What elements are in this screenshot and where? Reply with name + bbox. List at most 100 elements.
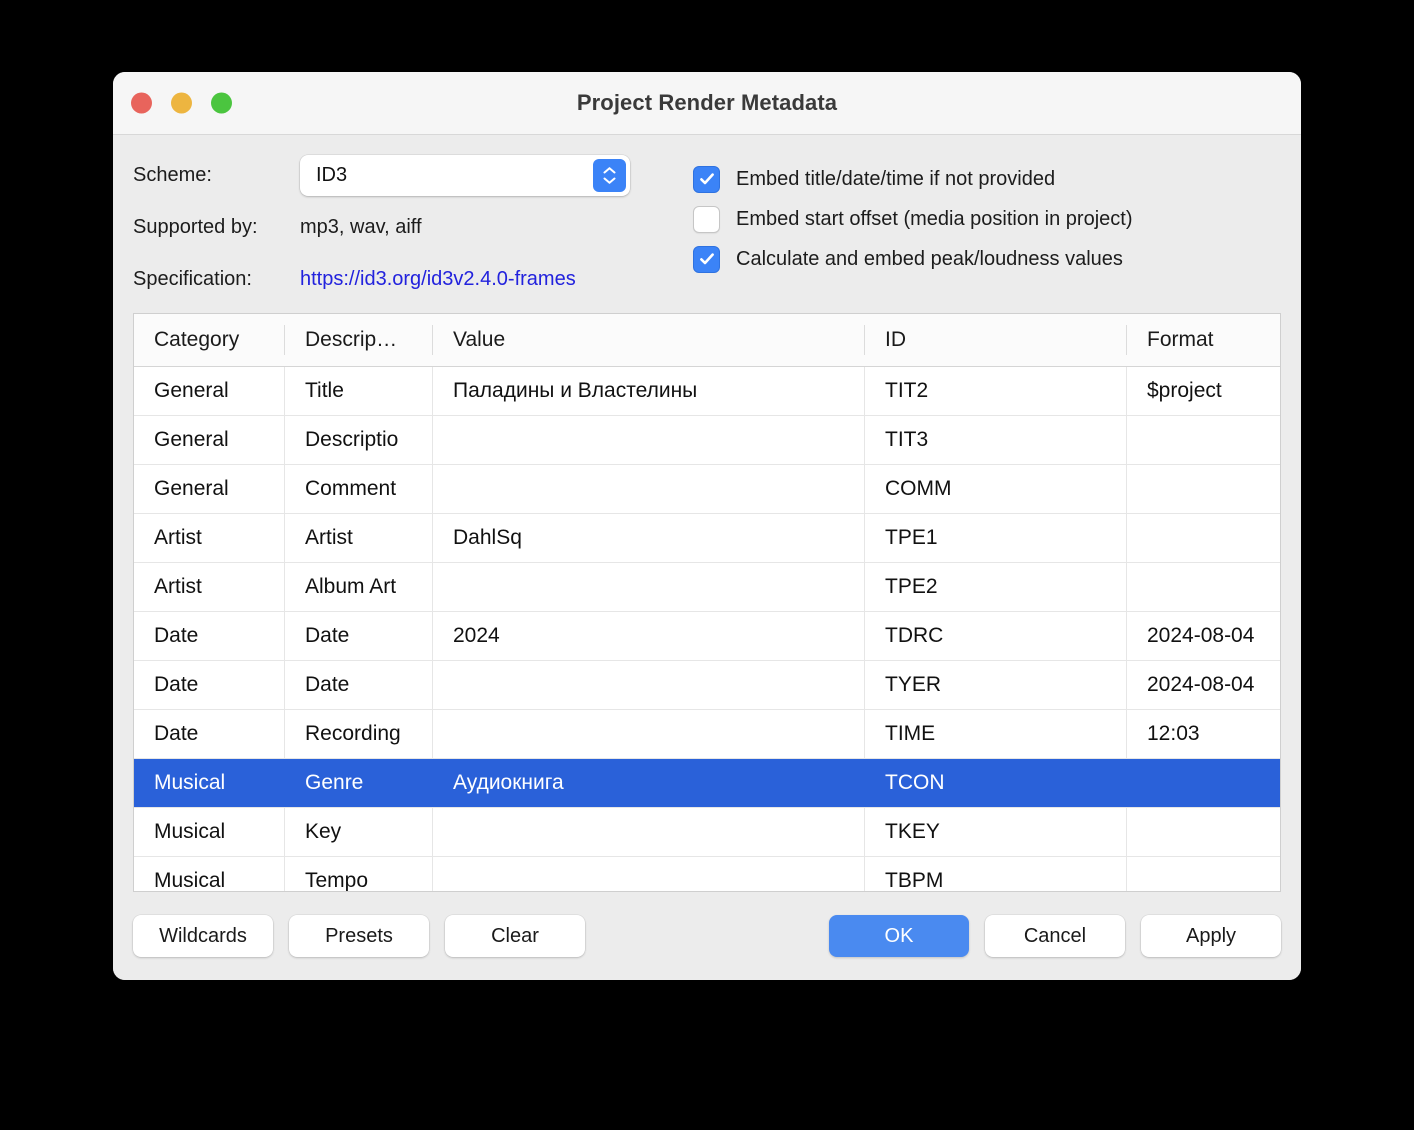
column-header-description[interactable]: Descrip… — [284, 325, 432, 355]
minimize-button[interactable] — [171, 92, 192, 114]
cell-id[interactable]: TIT2 — [864, 367, 1126, 415]
cell-id[interactable]: TIT3 — [864, 416, 1126, 464]
cell-category[interactable]: General — [134, 416, 284, 464]
cell-id[interactable]: TCON — [864, 759, 1126, 807]
cell-category[interactable]: Date — [134, 661, 284, 709]
cell-id[interactable]: TYER — [864, 661, 1126, 709]
cell-format[interactable] — [1126, 563, 1280, 611]
cell-value[interactable]: DahlSq — [432, 514, 864, 562]
cell-category[interactable]: Musical — [134, 759, 284, 807]
cell-category[interactable]: Musical — [134, 857, 284, 891]
wildcards-button[interactable]: Wildcards — [133, 915, 273, 957]
cell-format[interactable] — [1126, 465, 1280, 513]
cell-format[interactable]: 2024-08-04 — [1126, 612, 1280, 660]
checkbox-row-embed-title[interactable]: Embed title/date/time if not provided — [693, 159, 1281, 199]
cancel-button[interactable]: Cancel — [985, 915, 1125, 957]
cell-category[interactable]: Artist — [134, 514, 284, 562]
cell-format[interactable] — [1126, 808, 1280, 856]
cell-value[interactable]: Паладины и Властелины — [432, 367, 864, 415]
scheme-select[interactable]: ID3 — [300, 154, 630, 196]
cell-value[interactable]: 2024 — [432, 612, 864, 660]
table-row[interactable]: General Title Паладины и Властелины TIT2 $pr… — [134, 367, 1280, 416]
cell-format[interactable] — [1126, 514, 1280, 562]
cell-format[interactable]: 12:03 — [1126, 710, 1280, 758]
cell-description[interactable]: Recording — [284, 710, 432, 758]
presets-button[interactable]: Presets — [289, 915, 429, 957]
table-row[interactable]: Artist Artist DahlSq TPE1 — [134, 514, 1280, 563]
table-row[interactable]: Date Recording TIME 12:03 — [134, 710, 1280, 759]
cell-format[interactable] — [1126, 416, 1280, 464]
cell-format[interactable] — [1126, 759, 1280, 807]
cell-description[interactable]: Album Art — [284, 563, 432, 611]
cell-description[interactable]: Genre — [284, 759, 432, 807]
cell-value[interactable] — [432, 808, 864, 856]
table-row[interactable]: General Descriptio TIT3 — [134, 416, 1280, 465]
cell-id[interactable]: COMM — [864, 465, 1126, 513]
close-button[interactable] — [131, 92, 152, 114]
table-row[interactable]: Musical Tempo TBPM — [134, 857, 1280, 891]
table-row[interactable]: General Comment COMM — [134, 465, 1280, 514]
cell-value[interactable] — [432, 857, 864, 891]
apply-button[interactable]: Apply — [1141, 915, 1281, 957]
checkbox-embed-title[interactable] — [693, 165, 720, 193]
cell-category[interactable]: Date — [134, 710, 284, 758]
scheme-stepper-icon[interactable] — [593, 158, 626, 192]
dialog-window: Project Render Metadata Scheme: ID3 Supp… — [113, 72, 1301, 980]
cell-id[interactable]: TDRC — [864, 612, 1126, 660]
cell-format[interactable]: 2024-08-04 — [1126, 661, 1280, 709]
cell-id[interactable]: TPE2 — [864, 563, 1126, 611]
cell-description[interactable]: Title — [284, 367, 432, 415]
cell-format[interactable]: $project — [1126, 367, 1280, 415]
ok-button[interactable]: OK — [829, 915, 969, 957]
column-header-format[interactable]: Format — [1126, 325, 1280, 355]
checkbox-label-start-offset: Embed start offset (media position in pr… — [736, 207, 1133, 230]
checkbox-label-embed-title: Embed title/date/time if not provided — [736, 167, 1056, 190]
checkbox-row-peak-loudness[interactable]: Calculate and embed peak/loudness values — [693, 239, 1281, 279]
checkbox-row-start-offset[interactable]: Embed start offset (media position in pr… — [693, 199, 1281, 239]
cell-description[interactable]: Artist — [284, 514, 432, 562]
table-row[interactable]: Date Date 2024 TDRC 2024-08-04 — [134, 612, 1280, 661]
cell-id[interactable]: TBPM — [864, 857, 1126, 891]
dialog-footer: Wildcards Presets Clear OK Cancel Apply — [113, 892, 1301, 980]
zoom-button[interactable] — [211, 92, 232, 114]
cell-description[interactable]: Comment — [284, 465, 432, 513]
checkbox-start-offset[interactable] — [693, 205, 720, 233]
cell-value[interactable] — [432, 416, 864, 464]
table-row[interactable]: Musical Key TKEY — [134, 808, 1280, 857]
clear-button[interactable]: Clear — [445, 915, 585, 957]
metadata-table[interactable]: Category Descrip… Value ID Format Genera… — [133, 313, 1281, 892]
cell-id[interactable]: TPE1 — [864, 514, 1126, 562]
cell-id[interactable]: TIME — [864, 710, 1126, 758]
cell-category[interactable]: Date — [134, 612, 284, 660]
cell-category[interactable]: General — [134, 367, 284, 415]
cell-category[interactable]: Musical — [134, 808, 284, 856]
cell-category[interactable]: General — [134, 465, 284, 513]
chevron-down-icon — [603, 177, 616, 184]
cell-value[interactable] — [432, 710, 864, 758]
table-row[interactable]: Date Date TYER 2024-08-04 — [134, 661, 1280, 710]
cell-description[interactable]: Date — [284, 612, 432, 660]
cell-format[interactable] — [1126, 857, 1280, 891]
options-left-column: Scheme: ID3 Supported by: mp3, wav, aiff… — [133, 154, 693, 297]
cell-description[interactable]: Descriptio — [284, 416, 432, 464]
column-header-value[interactable]: Value — [432, 325, 864, 355]
column-header-id[interactable]: ID — [864, 325, 1126, 355]
specification-row: Specification: https://id3.org/id3v2.4.0… — [133, 261, 693, 297]
cell-value[interactable] — [432, 465, 864, 513]
table-header-row: Category Descrip… Value ID Format — [134, 314, 1280, 367]
cell-description[interactable]: Tempo — [284, 857, 432, 891]
column-header-category[interactable]: Category — [134, 325, 284, 355]
cell-value[interactable]: Аудиокнига — [432, 759, 864, 807]
cell-value[interactable] — [432, 661, 864, 709]
cell-value[interactable] — [432, 563, 864, 611]
table-body: General Title Паладины и Властелины TIT2 $pr… — [134, 367, 1280, 891]
cell-description[interactable]: Date — [284, 661, 432, 709]
options-right-column: Embed title/date/time if not provided Em… — [693, 157, 1281, 297]
cell-description[interactable]: Key — [284, 808, 432, 856]
cell-id[interactable]: TKEY — [864, 808, 1126, 856]
checkbox-peak-loudness[interactable] — [693, 245, 720, 273]
table-row[interactable]: Musical Genre Аудиокнига TCON — [134, 759, 1280, 808]
cell-category[interactable]: Artist — [134, 563, 284, 611]
table-row[interactable]: Artist Album Art TPE2 — [134, 563, 1280, 612]
specification-link[interactable]: https://id3.org/id3v2.4.0-frames — [300, 268, 576, 291]
